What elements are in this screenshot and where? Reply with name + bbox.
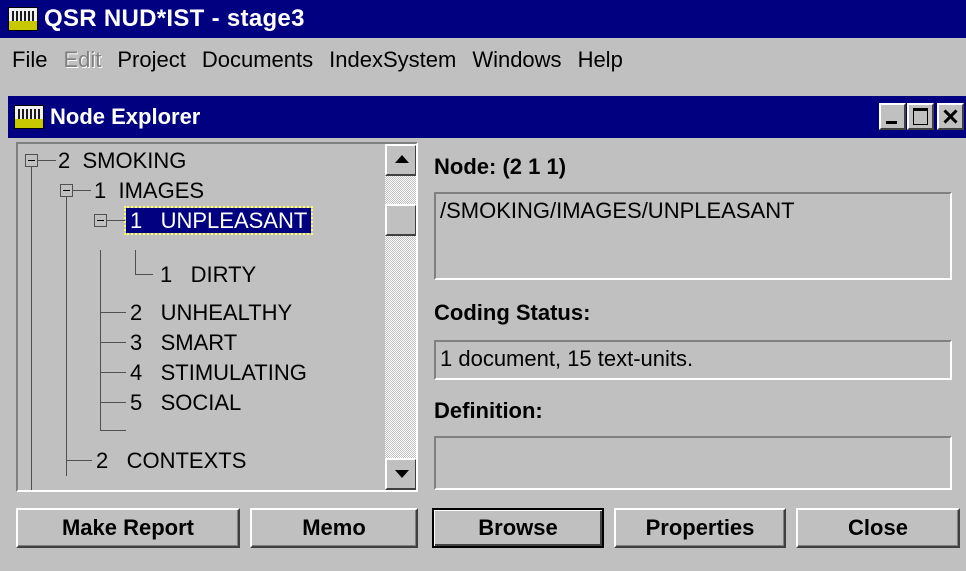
definition-field[interactable]	[434, 436, 952, 490]
tree-vertical-scrollbar[interactable]	[384, 144, 416, 490]
menu-project[interactable]: Project	[109, 47, 193, 73]
triangle-up-icon	[395, 155, 409, 163]
collapse-icon[interactable]	[60, 184, 73, 197]
node-explorer-title: Node Explorer	[50, 104, 201, 129]
menu-edit: Edit	[63, 47, 102, 72]
tree-node-contexts[interactable]: 2 CONTEXTS	[92, 446, 250, 476]
scroll-thumb[interactable]	[385, 204, 416, 236]
node-explorer-icon[interactable]	[14, 105, 44, 129]
menu-indexsystem[interactable]: IndexSystem	[321, 47, 464, 73]
make-report-button[interactable]: Make Report	[16, 508, 240, 548]
tree-node-smoking[interactable]: 2 SMOKING	[54, 146, 190, 176]
node-header: Node: (2 1 1)	[434, 154, 567, 179]
tree-node-smart[interactable]: 3 SMART	[126, 328, 241, 358]
properties-button[interactable]: Properties	[614, 508, 786, 548]
minimize-icon[interactable]	[879, 103, 906, 130]
tree-node-unpleasant[interactable]: 1 UNPLEASANT	[123, 206, 314, 236]
tree-node-dirty[interactable]: 1 DIRTY	[156, 260, 260, 290]
collapse-icon[interactable]	[25, 154, 38, 167]
app-title-bar: QSR NUD*IST - stage3	[0, 0, 966, 38]
tree-node-unhealthy[interactable]: 2 UNHEALTHY	[126, 298, 296, 328]
close-button[interactable]: Close	[796, 508, 960, 548]
tree-node-social[interactable]: 5 SOCIAL	[126, 388, 245, 418]
node-tree-list: 2 SMOKING 1 IMAGES 1 UNPLEASANT 1 DIRTY …	[18, 144, 384, 490]
menu-windows[interactable]: Windows	[464, 47, 569, 73]
close-icon[interactable]	[937, 103, 964, 130]
app-title: QSR NUD*IST - stage3	[44, 5, 305, 32]
coding-status-label: Coding Status:	[434, 300, 591, 325]
maximize-icon[interactable]	[907, 103, 934, 130]
scroll-down-button[interactable]	[385, 458, 416, 490]
definition-label: Definition:	[434, 398, 543, 423]
tree-node-stimulating[interactable]: 4 STIMULATING	[126, 358, 311, 388]
node-explorer-title-bar: Node Explorer	[8, 96, 966, 138]
tree-node-images[interactable]: 1 IMAGES	[90, 176, 208, 206]
memo-button[interactable]: Memo	[250, 508, 418, 548]
browse-button[interactable]: Browse	[432, 508, 604, 548]
collapse-icon[interactable]	[94, 214, 107, 227]
menu-help[interactable]: Help	[570, 47, 631, 73]
nudist-app-icon[interactable]	[8, 7, 38, 31]
node-path-field[interactable]: /SMOKING/IMAGES/UNPLEASANT	[434, 192, 952, 280]
menu-documents[interactable]: Documents	[194, 47, 321, 73]
triangle-down-icon	[395, 470, 409, 478]
node-tree[interactable]: 2 SMOKING 1 IMAGES 1 UNPLEASANT 1 DIRTY …	[16, 142, 418, 492]
coding-status-field: 1 document, 15 text-units.	[434, 340, 952, 380]
scroll-up-button[interactable]	[385, 144, 416, 176]
menu-bar: File Edit Project Documents IndexSystem …	[0, 38, 966, 82]
menu-file[interactable]: File	[4, 47, 55, 73]
